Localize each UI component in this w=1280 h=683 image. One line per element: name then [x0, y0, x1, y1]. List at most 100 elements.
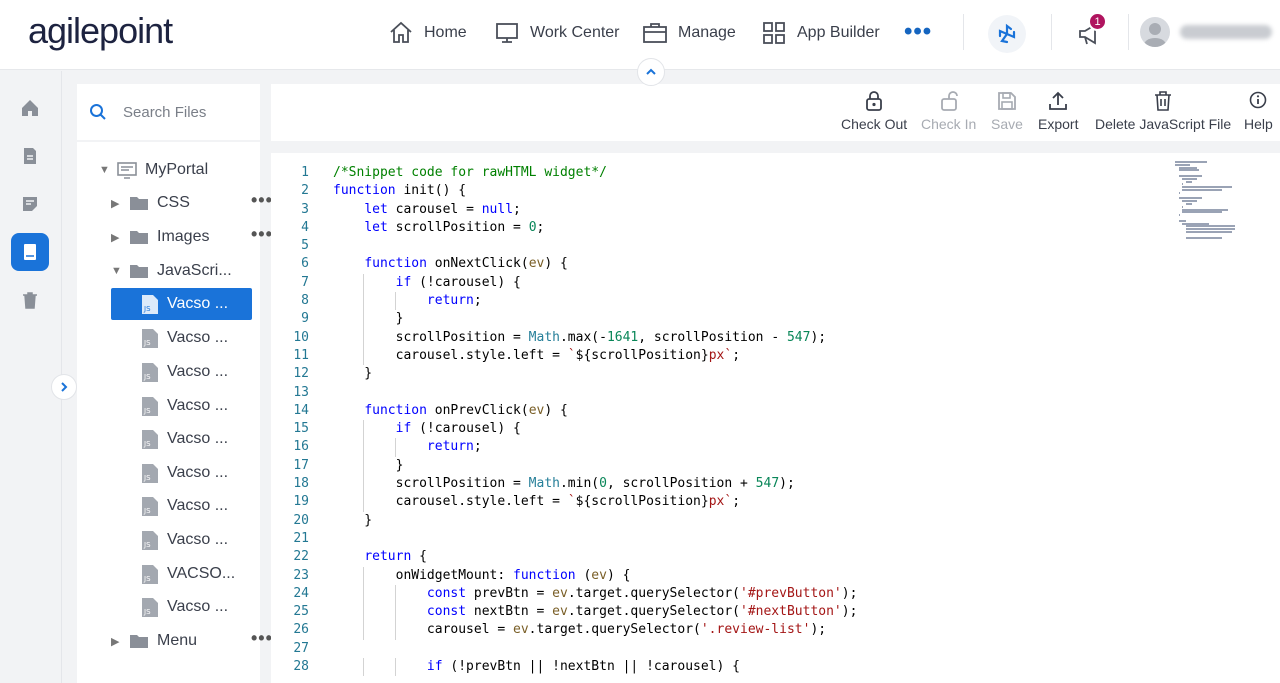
tree-file-item[interactable]: JS Vacso ... — [111, 490, 252, 522]
tree-folder-images[interactable]: ▶ Images ••• — [111, 221, 272, 253]
folder-icon — [130, 197, 148, 210]
nav-work-center[interactable]: Work Center — [494, 18, 620, 48]
tree-file-item[interactable]: JS Vacso ... — [111, 457, 252, 489]
file-label: Vacso ... — [167, 397, 229, 414]
code-text: if (!carousel) { — [395, 274, 521, 290]
line-number: 19 — [293, 494, 309, 510]
rail-documents-button[interactable] — [11, 137, 49, 175]
agilepoint-launcher-button[interactable] — [988, 15, 1026, 53]
tree-file-item[interactable]: JS Vacso ... — [111, 288, 252, 320]
trash-icon — [1155, 91, 1172, 111]
js-file-icon: JS — [142, 363, 158, 382]
folder-label: JavaScri... — [157, 262, 232, 279]
line-number: 15 — [293, 421, 309, 437]
rail-recycle-bin-button[interactable] — [11, 281, 49, 319]
chevron-up-icon — [646, 68, 656, 75]
nav-home[interactable]: Home — [388, 18, 467, 48]
folder-menu-button[interactable]: ••• — [251, 190, 273, 211]
chevron-right-icon — [61, 382, 68, 392]
code-text: carousel.style.left = `${scrollPosition}… — [333, 494, 741, 510]
home-icon — [390, 21, 412, 43]
line-number: 13 — [293, 384, 309, 400]
code-text: scrollPosition = Math.max(-1641, scrollP… — [333, 329, 827, 345]
line-number: 26 — [293, 622, 309, 638]
collapse-header-button[interactable] — [637, 58, 665, 86]
line-number: 21 — [293, 530, 309, 546]
file-label: Vacso ... — [167, 363, 229, 380]
monitor-icon — [496, 23, 518, 43]
line-number: 8 — [301, 293, 309, 309]
folder-label: CSS — [157, 194, 190, 211]
expand-panel-button[interactable] — [51, 374, 77, 400]
line-number: 24 — [293, 585, 309, 601]
minimap-line — [1182, 222, 1210, 225]
folder-menu-button[interactable]: ••• — [251, 224, 273, 245]
check-in-button[interactable]: Check In — [921, 90, 976, 132]
js-file-icon: JS — [142, 464, 158, 483]
tree-file-item[interactable]: JS Vacso ... — [111, 591, 252, 623]
tree-file-item[interactable]: JS Vacso ... — [111, 322, 252, 354]
line-number: 27 — [293, 640, 309, 656]
file-label: Vacso ... — [167, 295, 229, 312]
file-label: VACSO... — [167, 565, 236, 582]
line-number: 10 — [293, 329, 309, 345]
folder-icon — [130, 231, 148, 244]
pinwheel-icon — [998, 23, 1016, 44]
upload-icon — [1049, 91, 1068, 110]
nav-manage[interactable]: Manage — [642, 18, 736, 48]
folder-label: Menu — [157, 632, 198, 649]
tree-folder-css[interactable]: ▶ CSS ••• — [111, 187, 272, 219]
svg-text:JS: JS — [143, 608, 151, 616]
tree-file-item[interactable]: JS Vacso ... — [111, 423, 252, 455]
code-text: return; — [426, 439, 482, 455]
nav-app-builder[interactable]: App Builder — [761, 18, 880, 48]
minimap-line — [1185, 203, 1193, 205]
search-input[interactable] — [123, 102, 251, 122]
code-editor[interactable]: 1 /*Snippet code for rawHTML widget*/ 2 fun… — [271, 153, 1280, 683]
line-number: 5 — [301, 238, 309, 254]
delete-file-button[interactable]: Delete JavaScript File — [1095, 90, 1231, 132]
minimap-line — [1185, 225, 1236, 228]
line-number: 11 — [293, 347, 309, 363]
line-number: 22 — [293, 549, 309, 565]
tree-file-item[interactable]: JS Vacso ... — [111, 390, 252, 422]
minimap-line — [1175, 163, 1191, 166]
code-text: function onPrevClick(ev) { — [364, 402, 568, 418]
rail-files-button[interactable] — [11, 233, 49, 271]
js-file-icon: JS — [142, 329, 158, 348]
save-button[interactable]: Save — [991, 90, 1023, 132]
app-logo[interactable]: agilepoint — [28, 10, 173, 52]
code-text: const prevBtn = ev.target.querySelector(… — [426, 585, 858, 601]
line-number: 7 — [301, 274, 309, 290]
code-text: if (!carousel) { — [395, 421, 521, 437]
folder-icon — [130, 265, 148, 278]
code-text: if (!prevBtn || !nextBtn || !carousel) { — [426, 659, 740, 675]
tree-file-item[interactable]: JS Vacso ... — [111, 524, 252, 556]
minimap-line — [1175, 161, 1207, 163]
user-name[interactable] — [1180, 25, 1272, 39]
line-number: 6 — [301, 256, 309, 272]
divider — [1051, 14, 1052, 50]
avatar[interactable] — [1140, 17, 1170, 47]
tree-folder-javascript[interactable]: ▼ JavaScri... — [111, 255, 251, 287]
briefcase-icon — [643, 23, 667, 43]
tree-folder-menu[interactable]: ▶ Menu ••• — [111, 625, 272, 657]
check-in-label: Check In — [921, 116, 977, 132]
folder-menu-button[interactable]: ••• — [251, 628, 273, 649]
document-icon — [24, 148, 36, 164]
lock-icon — [866, 91, 882, 111]
line-number: 28 — [293, 659, 309, 675]
editor-toolbar: Check Out Check In Save Export Delete Ja… — [271, 84, 1280, 141]
more-nav-button[interactable]: ••• — [904, 20, 932, 44]
tree-file-item[interactable]: JS Vacso ... — [111, 356, 252, 388]
check-out-button[interactable]: Check Out — [841, 90, 907, 132]
js-file-icon: JS — [142, 598, 158, 617]
editor-minimap[interactable] — [1175, 161, 1239, 241]
rail-forms-button[interactable] — [11, 185, 49, 223]
minimap-line — [1182, 189, 1222, 191]
tree-file-item[interactable]: JS VACSO... — [111, 558, 252, 590]
export-button[interactable]: Export — [1038, 90, 1078, 132]
tree-root-myportal[interactable]: ▼ MyPortal — [99, 154, 208, 186]
help-button[interactable]: Help — [1244, 90, 1273, 132]
rail-home-button[interactable] — [11, 89, 49, 127]
